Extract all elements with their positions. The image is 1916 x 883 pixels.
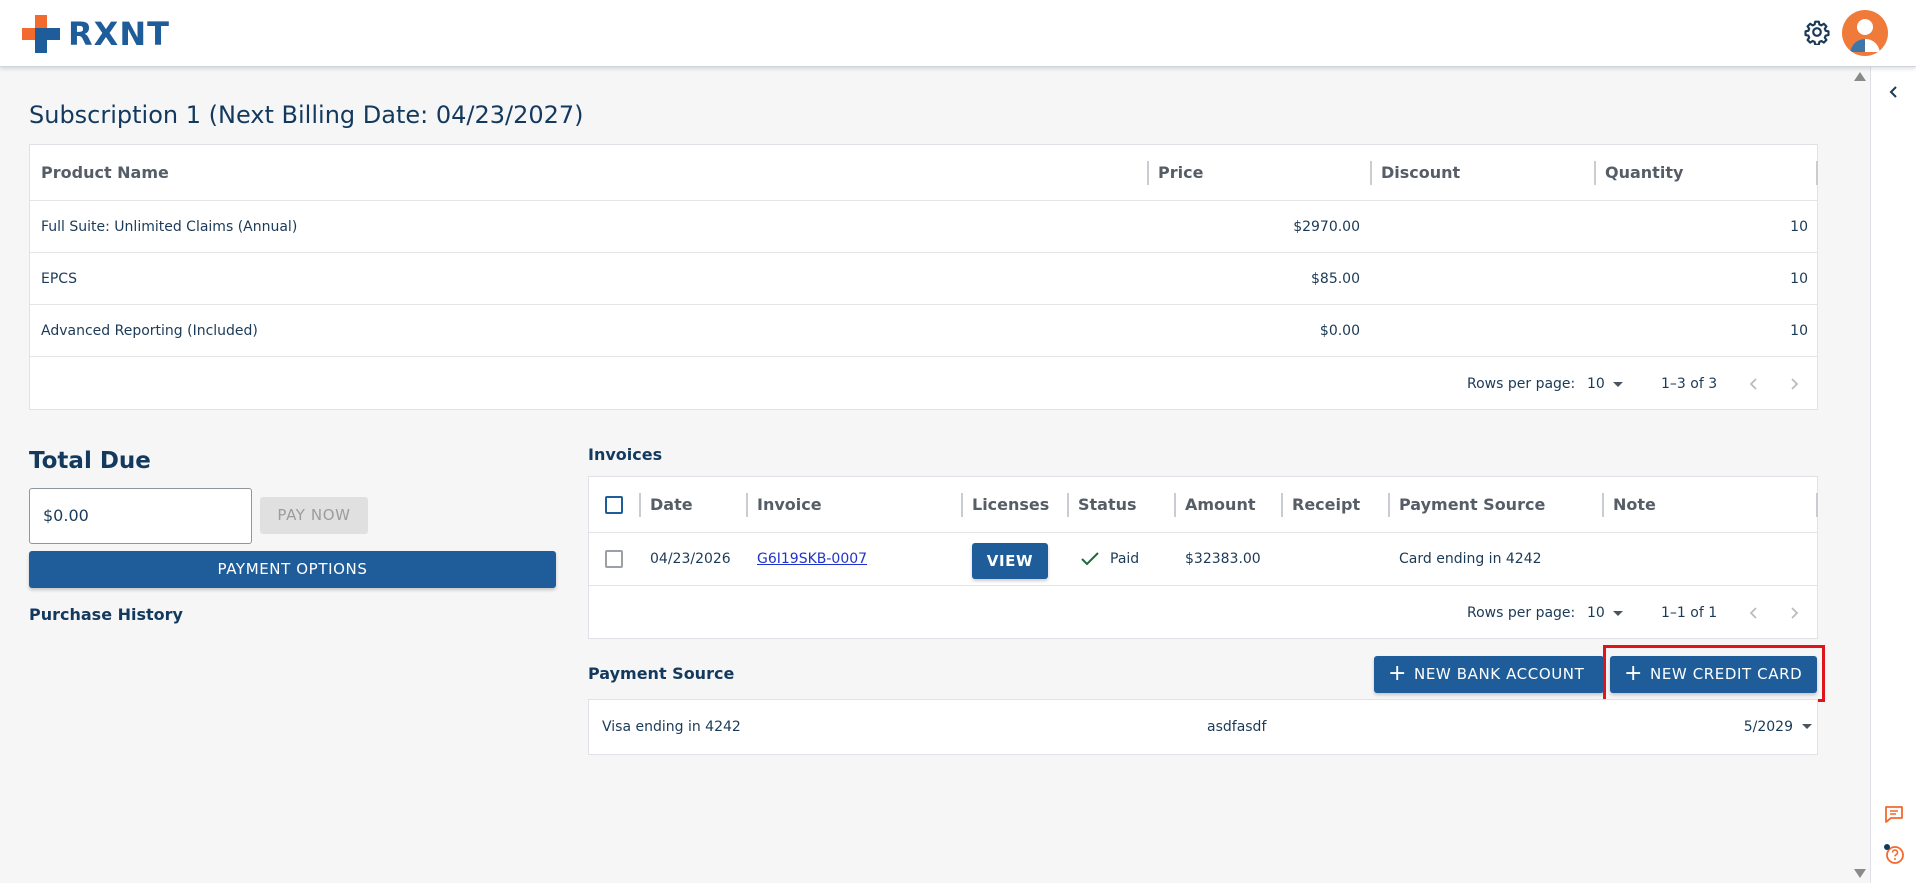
scroll-down-arrow-icon[interactable] bbox=[1854, 869, 1866, 878]
top-bar: RXNT bbox=[0, 0, 1916, 67]
column-divider[interactable] bbox=[961, 493, 963, 517]
right-side-rail bbox=[1870, 67, 1916, 883]
payment-card-name: asdfasdf bbox=[1207, 719, 1267, 735]
payment-card-label: Visa ending in 4242 bbox=[602, 719, 741, 735]
column-header-quantity[interactable]: Quantity bbox=[1605, 145, 1683, 201]
price: $0.00 bbox=[1319, 323, 1360, 339]
table-row: Full Suite: Unlimited Claims (Annual) $2… bbox=[30, 201, 1817, 253]
next-page-icon[interactable] bbox=[1786, 605, 1802, 621]
column-divider[interactable] bbox=[1370, 161, 1372, 185]
column-divider[interactable] bbox=[1174, 493, 1176, 517]
invoices-title: Invoices bbox=[588, 445, 663, 464]
quantity: 10 bbox=[1790, 219, 1808, 235]
table-pagination: Rows per page: 10 1–1 of 1 bbox=[589, 587, 1817, 639]
expand-caret-icon[interactable] bbox=[1802, 724, 1812, 729]
column-header-note[interactable]: Note bbox=[1613, 477, 1656, 533]
new-bank-account-button[interactable]: + NEW BANK ACCOUNT bbox=[1374, 656, 1604, 693]
subscription-table: Product Name Price Discount Quantity Ful… bbox=[29, 144, 1818, 410]
payment-source-row[interactable]: Visa ending in 4242 asdfasdf 5/2029 bbox=[588, 699, 1818, 755]
invoice-payment-source: Card ending in 4242 bbox=[1399, 551, 1542, 567]
column-header-status[interactable]: Status bbox=[1078, 477, 1137, 533]
column-header-price[interactable]: Price bbox=[1158, 145, 1203, 201]
caret-down-icon bbox=[1612, 610, 1623, 616]
column-divider[interactable] bbox=[1816, 161, 1818, 185]
column-divider[interactable] bbox=[1147, 161, 1149, 185]
rows-per-page-select[interactable]: 10 bbox=[1587, 358, 1623, 410]
table-row: Advanced Reporting (Included) $0.00 10 bbox=[30, 305, 1817, 357]
price: $85.00 bbox=[1311, 271, 1360, 287]
quantity: 10 bbox=[1790, 271, 1808, 287]
caret-down-icon bbox=[1612, 381, 1623, 387]
page-scrollbar[interactable] bbox=[1852, 67, 1868, 883]
column-divider[interactable] bbox=[639, 493, 641, 517]
subscription-title: Subscription 1 (Next Billing Date: 04/23… bbox=[29, 101, 584, 129]
pagination-range: 1–1 of 1 bbox=[1661, 605, 1718, 621]
column-divider[interactable] bbox=[1816, 493, 1818, 517]
rows-per-page-label: Rows per page: bbox=[1467, 605, 1576, 621]
help-icon[interactable] bbox=[1883, 843, 1905, 865]
scroll-up-arrow-icon[interactable] bbox=[1854, 72, 1866, 81]
row-checkbox[interactable] bbox=[605, 550, 623, 568]
user-icon bbox=[1850, 19, 1880, 52]
column-divider[interactable] bbox=[1602, 493, 1604, 517]
pagination-range: 1–3 of 3 bbox=[1661, 376, 1718, 392]
chat-icon[interactable] bbox=[1883, 803, 1905, 825]
next-page-icon[interactable] bbox=[1786, 376, 1802, 392]
product-name: EPCS bbox=[41, 271, 77, 287]
payment-card-expiry: 5/2029 bbox=[1743, 719, 1793, 735]
column-divider[interactable] bbox=[1594, 161, 1596, 185]
column-header-payment-source[interactable]: Payment Source bbox=[1399, 477, 1545, 533]
checkmark-icon bbox=[1081, 552, 1099, 566]
invoice-date: 04/23/2026 bbox=[650, 551, 731, 567]
chevron-left-icon[interactable] bbox=[1885, 83, 1903, 101]
previous-page-icon[interactable] bbox=[1746, 376, 1762, 392]
column-divider[interactable] bbox=[1067, 493, 1069, 517]
column-header-discount[interactable]: Discount bbox=[1381, 145, 1460, 201]
invoice-amount: $32383.00 bbox=[1185, 551, 1261, 567]
total-due-title: Total Due bbox=[29, 448, 151, 474]
column-header-licenses[interactable]: Licenses bbox=[972, 477, 1049, 533]
logo-text: RXNT bbox=[68, 15, 170, 53]
column-header-invoice[interactable]: Invoice bbox=[757, 477, 822, 533]
pay-now-button[interactable]: PAY NOW bbox=[260, 497, 368, 534]
rows-per-page-value: 10 bbox=[1587, 605, 1605, 621]
user-avatar[interactable] bbox=[1842, 10, 1888, 56]
invoice-status: Paid bbox=[1110, 551, 1140, 567]
table-header: Product Name Price Discount Quantity bbox=[30, 145, 1818, 201]
payment-options-button[interactable]: PAYMENT OPTIONS bbox=[29, 551, 556, 588]
column-header-amount[interactable]: Amount bbox=[1185, 477, 1255, 533]
rows-per-page-select[interactable]: 10 bbox=[1587, 587, 1623, 639]
column-header-receipt[interactable]: Receipt bbox=[1292, 477, 1360, 533]
rxnt-logo[interactable]: RXNT bbox=[22, 14, 170, 54]
select-all-checkbox[interactable] bbox=[605, 496, 623, 514]
total-due-amount-field[interactable]: $0.00 bbox=[29, 488, 252, 544]
rows-per-page-label: Rows per page: bbox=[1467, 376, 1576, 392]
price: $2970.00 bbox=[1293, 219, 1360, 235]
rows-per-page-value: 10 bbox=[1587, 376, 1605, 392]
table-row: EPCS $85.00 10 bbox=[30, 253, 1817, 305]
invoice-number-link[interactable]: G6I19SKB-0007 bbox=[757, 533, 867, 585]
product-name: Advanced Reporting (Included) bbox=[41, 323, 258, 339]
new-bank-account-label: NEW BANK ACCOUNT bbox=[1414, 665, 1585, 683]
column-divider[interactable] bbox=[1281, 493, 1283, 517]
rxnt-logo-icon bbox=[22, 15, 60, 53]
highlight-box bbox=[1603, 645, 1825, 702]
column-divider[interactable] bbox=[746, 493, 748, 517]
invoices-table: Date Invoice Licenses Status Amount Rece… bbox=[588, 476, 1818, 639]
payment-source-title: Payment Source bbox=[588, 664, 735, 683]
table-row: 04/23/2026 G6I19SKB-0007 VIEW Paid $3238… bbox=[589, 533, 1817, 586]
previous-page-icon[interactable] bbox=[1746, 605, 1762, 621]
table-header: Date Invoice Licenses Status Amount Rece… bbox=[589, 477, 1818, 533]
plus-icon: + bbox=[1388, 661, 1408, 686]
quantity: 10 bbox=[1790, 323, 1808, 339]
column-header-date[interactable]: Date bbox=[650, 477, 693, 533]
product-name: Full Suite: Unlimited Claims (Annual) bbox=[41, 219, 298, 235]
view-licenses-button[interactable]: VIEW bbox=[972, 543, 1048, 579]
purchase-history-link[interactable]: Purchase History bbox=[29, 605, 183, 624]
column-header-product-name[interactable]: Product Name bbox=[41, 145, 169, 201]
gear-icon[interactable] bbox=[1804, 19, 1830, 45]
table-pagination: Rows per page: 10 1–3 of 3 bbox=[30, 358, 1817, 410]
column-divider[interactable] bbox=[1388, 493, 1390, 517]
